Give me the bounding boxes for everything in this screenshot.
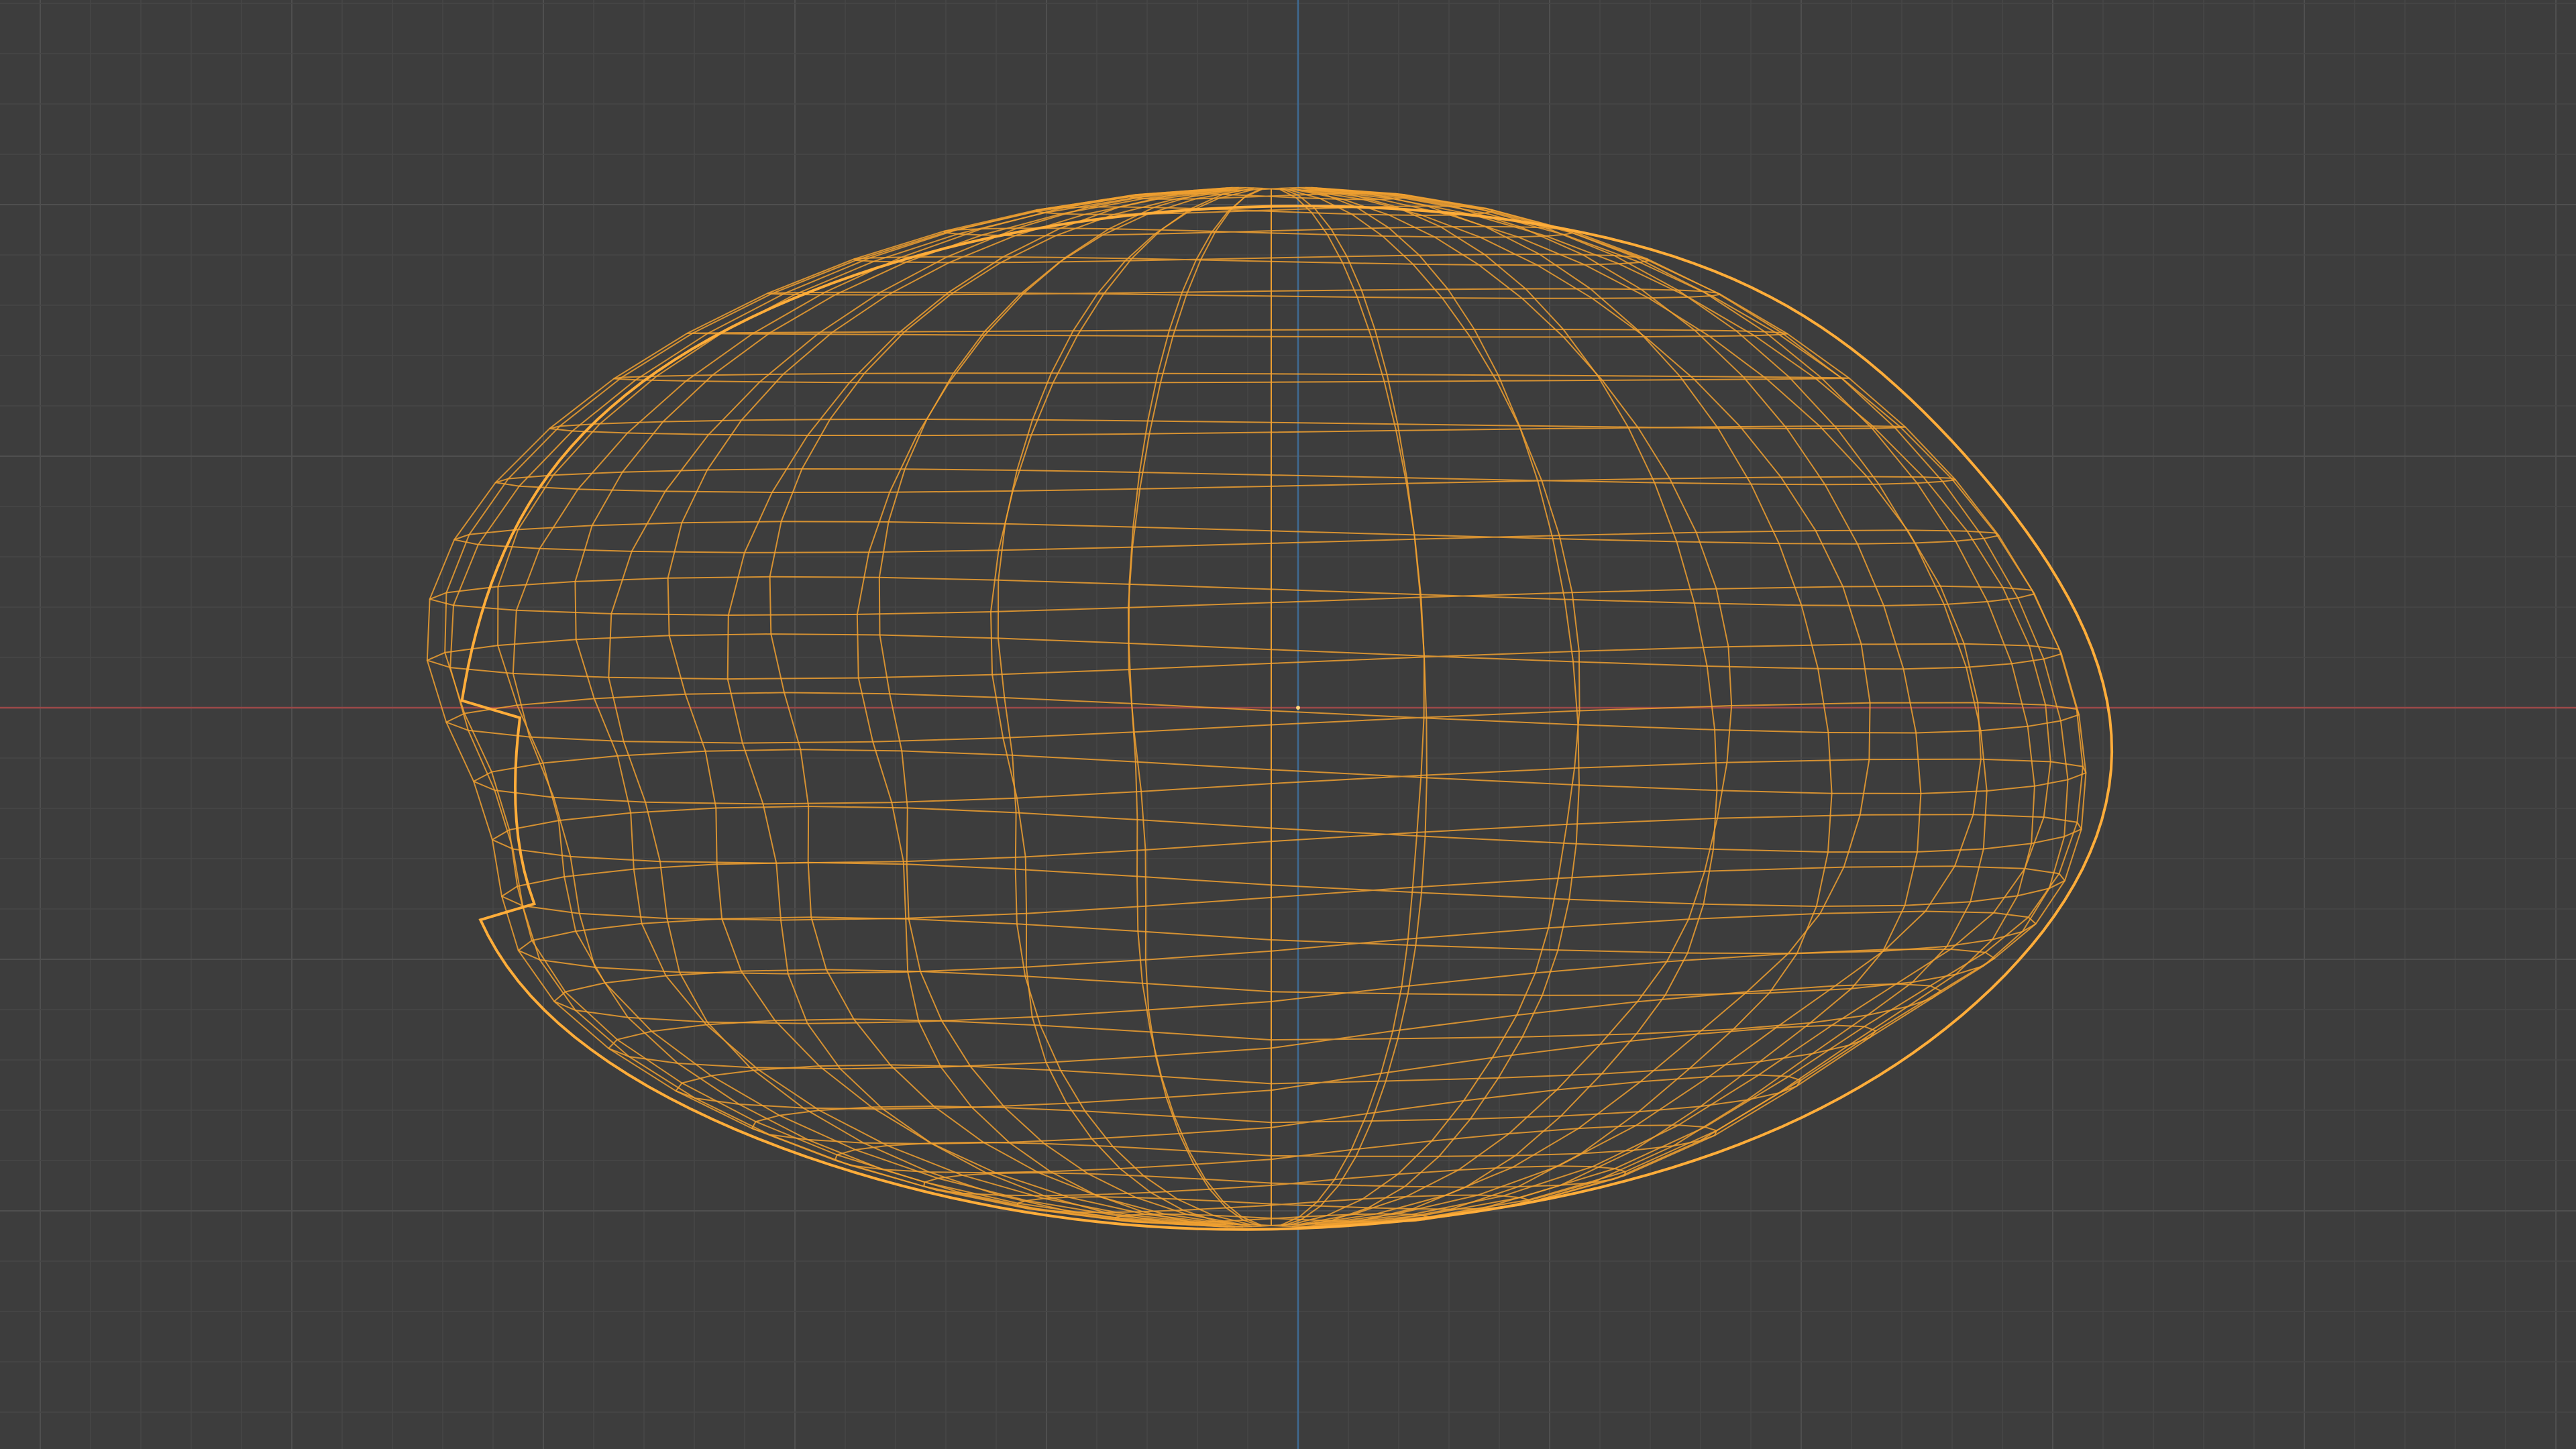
mesh-edge-parallel [426, 633, 2062, 680]
mesh-edge-parallel [494, 468, 1956, 493]
mesh-edge-parallel [453, 521, 2000, 553]
mesh-edge-parallel [751, 1074, 1802, 1144]
mesh-edge-parallel [923, 1165, 1626, 1197]
mesh-edge-parallel [834, 1124, 1717, 1174]
mesh-edge-parallel [501, 861, 2065, 921]
mesh-edge-parallel [853, 254, 1650, 266]
mesh-edge-parallel [767, 288, 1721, 299]
viewport-canvas[interactable] [0, 0, 2576, 1449]
mesh-edge-parallel [445, 692, 2080, 744]
mesh-edge-parallel [491, 806, 2082, 864]
mesh-edge-parallel [517, 910, 2037, 975]
mesh-edge-parallel [549, 419, 1907, 437]
object-origin-icon [1296, 706, 1300, 710]
3d-viewport[interactable] [0, 0, 2576, 1449]
mesh-edge-parallel [686, 329, 1788, 338]
mesh-edge-parallel [675, 1024, 1877, 1110]
mesh-edge-parallel [613, 372, 1850, 384]
